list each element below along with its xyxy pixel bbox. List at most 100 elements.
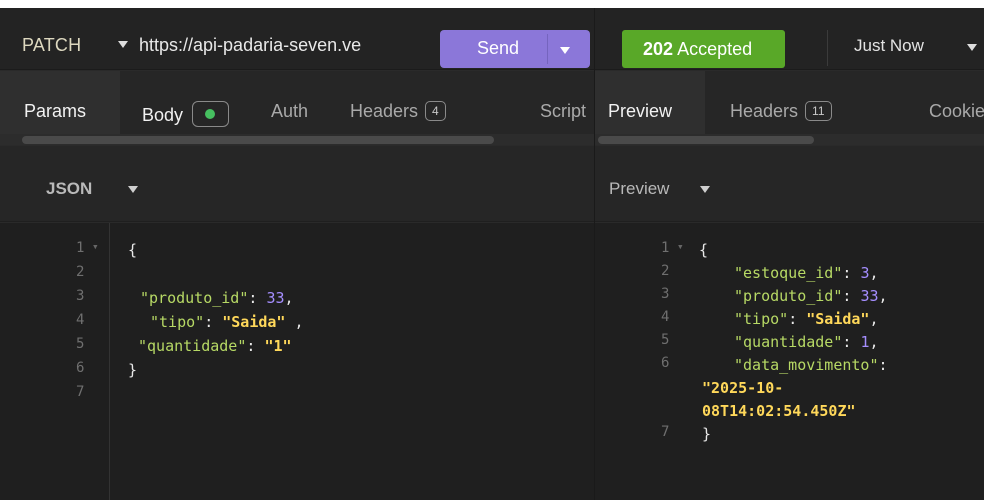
headers-count-badge: 11 (805, 101, 832, 121)
line-number: 3 (76, 288, 85, 304)
code-line: { (128, 239, 137, 261)
code-text: { (128, 241, 138, 259)
json-value: 33 (860, 287, 879, 305)
tab-label: Headers (350, 101, 419, 121)
json-key: "tipo" (734, 310, 789, 328)
code-line: "tipo": "Saida", (734, 308, 879, 330)
code-text: { (699, 241, 709, 259)
tab-preview[interactable]: Preview (608, 101, 672, 122)
line-number: 4 (76, 312, 85, 328)
line-number: 5 (661, 332, 670, 348)
code-line: 08T14:02:54.450Z" (702, 400, 856, 422)
json-punct: , (869, 333, 879, 351)
code-line: "2025-10- (702, 377, 783, 399)
tab-headers[interactable]: Headers 4 (350, 101, 446, 122)
line-number: 7 (76, 384, 85, 400)
line-number: 2 (76, 264, 85, 280)
code-line: "produto_id": 33, (734, 285, 888, 307)
tab-script[interactable]: Script (540, 101, 594, 122)
response-time-select[interactable]: Just Now (854, 36, 924, 56)
line-number: 3 (661, 286, 670, 302)
code-text: } (702, 425, 712, 443)
fold-chevron-icon: ▾ (677, 240, 684, 253)
tab-cookies[interactable]: Cookie (929, 101, 984, 122)
code-line: "tipo": "Saida" , (150, 311, 304, 333)
chevron-down-icon[interactable] (967, 44, 977, 51)
body-format-bar: JSON (0, 146, 594, 222)
send-divider (547, 34, 548, 64)
json-value: "2025-10- (702, 379, 784, 397)
response-bar: 202 Accepted Just Now (595, 8, 984, 70)
json-key: "quantidade" (734, 333, 843, 351)
json-colon: : (248, 289, 267, 307)
tab-label: Headers (730, 101, 799, 121)
json-value: "Saida" (806, 310, 870, 328)
headers-count-badge: 4 (425, 101, 446, 121)
body-format-select[interactable]: JSON (46, 179, 92, 199)
tabs-scrollbar-thumb[interactable] (22, 136, 494, 144)
json-value: "1" (264, 337, 292, 355)
json-key: "produto_id" (734, 287, 843, 305)
code-line: "produto_id": 33, (140, 287, 294, 309)
tab-params[interactable]: Params (24, 101, 86, 122)
tab-label: Script (540, 101, 587, 121)
json-punct: : (878, 356, 888, 374)
send-button[interactable]: Send (440, 30, 590, 68)
json-colon: : (204, 313, 223, 331)
code-line: } (128, 359, 137, 381)
line-number: 6 (661, 355, 670, 371)
preview-mode-bar: Preview (595, 146, 984, 222)
chevron-down-icon[interactable] (700, 186, 710, 193)
send-button-label: Send (477, 38, 520, 58)
json-colon: : (842, 264, 861, 282)
json-key: "produto_id" (140, 289, 249, 307)
line-number: 2 (661, 263, 670, 279)
line-number: 5 (76, 336, 85, 352)
app-frame: PATCH https://api-padaria-seven.ve Send … (0, 8, 984, 500)
chevron-down-icon[interactable] (560, 47, 570, 54)
http-method-select[interactable]: PATCH (22, 35, 81, 56)
json-colon: : (842, 333, 861, 351)
chevron-down-icon[interactable] (128, 186, 138, 193)
status-code: 202 (643, 39, 674, 59)
tab-response-headers[interactable]: Headers 11 (730, 101, 832, 122)
code-text: } (128, 361, 138, 379)
json-key: "quantidade" (138, 337, 247, 355)
json-value: 08T14:02:54.450Z" (702, 402, 856, 420)
json-key: "data_movimento" (734, 356, 879, 374)
json-key: "tipo" (150, 313, 205, 331)
code-line: "quantidade": "1" (138, 335, 292, 357)
json-colon: : (788, 310, 807, 328)
tab-label: Body (142, 105, 184, 125)
line-number: 1 (76, 240, 85, 256)
status-badge: 202 Accepted (622, 30, 785, 68)
fold-chevron-icon: ▾ (92, 240, 99, 253)
json-key: "estoque_id" (734, 264, 843, 282)
separator (827, 30, 828, 66)
response-pane: 202 Accepted Just Now Preview Headers 11 … (595, 8, 984, 500)
line-number: 7 (661, 424, 670, 440)
tab-label: Params (24, 101, 87, 121)
request-bar: PATCH https://api-padaria-seven.ve Send (0, 8, 594, 70)
body-enabled-indicator-icon (192, 101, 230, 127)
tab-auth[interactable]: Auth (271, 101, 308, 122)
json-value: "Saida" (222, 313, 286, 331)
request-pane: PATCH https://api-padaria-seven.ve Send … (0, 8, 594, 500)
tab-label: Auth (271, 101, 309, 121)
json-punct: , (284, 289, 294, 307)
code-line: } (702, 423, 711, 445)
preview-mode-select[interactable]: Preview (609, 179, 669, 199)
request-body-editor[interactable]: 1 ▾ {2 3 "produto_id": 33, 4 "tipo": "Saida" ,… (0, 223, 594, 500)
json-punct: , (869, 310, 879, 328)
code-line: { (699, 239, 708, 261)
json-colon: : (842, 287, 861, 305)
status-text: Accepted (677, 39, 753, 59)
tab-body[interactable]: Body (142, 101, 230, 127)
code-line: "estoque_id": 3, (734, 262, 879, 284)
tabs-scrollbar-thumb[interactable] (598, 136, 814, 144)
line-number: 4 (661, 309, 670, 325)
chevron-down-icon[interactable] (118, 41, 128, 48)
response-preview[interactable]: 1 ▾ {2 "estoque_id": 3, 3 "produto_id": 33, 4 "… (595, 223, 984, 500)
url-input[interactable]: https://api-padaria-seven.ve (139, 35, 439, 56)
tab-label: Cookie (929, 101, 984, 121)
